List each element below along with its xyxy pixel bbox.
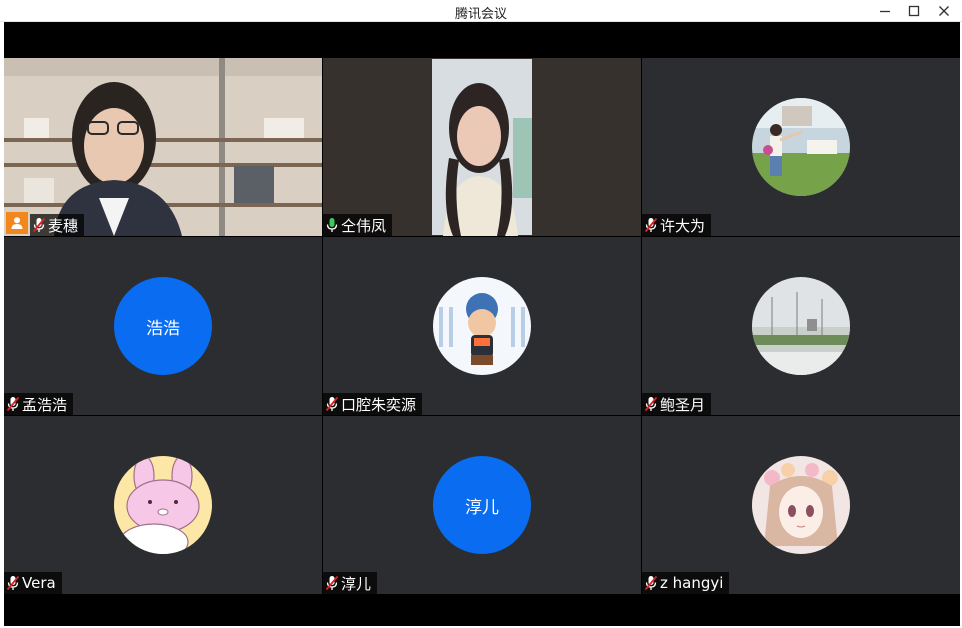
landscape-avatar — [752, 277, 850, 375]
participant-tile[interactable]: 浩浩 孟浩浩 — [4, 237, 322, 415]
person-icon — [11, 217, 23, 229]
text-avatar: 淳儿 — [433, 456, 531, 554]
participant-name: 许大为 — [660, 216, 706, 235]
bunny-avatar — [114, 456, 212, 554]
participant-name: 鲍圣月 — [660, 395, 706, 414]
close-button[interactable] — [933, 1, 955, 21]
meeting-gallery: 麦穗 仝伟凤 许大为 浩浩 孟浩浩 口腔朱奕源 鲍圣月 Vera 淳儿 淳儿 z… — [4, 22, 960, 626]
maximize-icon — [908, 5, 920, 17]
minimize-icon — [880, 10, 890, 13]
mic-muted-icon — [644, 217, 658, 233]
participant-name: Vera — [22, 574, 56, 592]
mic-muted-icon — [325, 575, 339, 591]
participant-tile[interactable]: 鲍圣月 — [642, 237, 960, 415]
participant-tile[interactable]: z hangyi — [642, 416, 960, 594]
text-avatar: 浩浩 — [114, 277, 212, 375]
participant-tile[interactable]: 许大为 — [642, 58, 960, 236]
participant-name: 孟浩浩 — [22, 395, 68, 414]
participant-name: 淳儿 — [341, 574, 372, 593]
participant-name: 仝伟凤 — [341, 216, 387, 235]
participant-nameplate: 麦穗 — [30, 214, 85, 236]
video-feed — [323, 58, 641, 236]
participant-nameplate: Vera — [4, 572, 62, 594]
anime-avatar — [752, 456, 850, 554]
participant-nameplate: 口腔朱奕源 — [323, 393, 423, 415]
participant-tile[interactable]: 口腔朱奕源 — [323, 237, 641, 415]
mic-muted-icon — [32, 217, 46, 233]
avatar-initials: 浩浩 — [146, 318, 180, 339]
video-feed — [4, 58, 322, 236]
close-icon — [939, 6, 949, 16]
avatar-initials: 淳儿 — [465, 497, 499, 518]
participant-nameplate: 孟浩浩 — [4, 393, 74, 415]
mic-active-icon — [325, 217, 339, 233]
photo-avatar — [752, 98, 850, 196]
mic-muted-icon — [6, 396, 20, 412]
maximize-button[interactable] — [903, 1, 925, 21]
participant-name: z hangyi — [660, 574, 724, 592]
participant-tile[interactable]: 淳儿 淳儿 — [323, 416, 641, 594]
participant-nameplate: 淳儿 — [323, 572, 378, 594]
cartoon-avatar — [433, 277, 531, 375]
participant-tile-speaking[interactable]: 仝伟凤 — [323, 58, 641, 236]
minimize-button[interactable] — [874, 1, 896, 21]
participant-name: 麦穗 — [48, 216, 79, 235]
participant-name: 口腔朱奕源 — [341, 395, 417, 414]
mic-muted-icon — [644, 396, 658, 412]
mic-muted-icon — [6, 575, 20, 591]
title-bar: 腾讯会议 — [0, 0, 962, 22]
participant-tile[interactable]: 麦穗 — [4, 58, 322, 236]
mic-muted-icon — [325, 396, 339, 412]
participant-nameplate: 鲍圣月 — [642, 393, 712, 415]
participant-nameplate: 许大为 — [642, 214, 712, 236]
window-title: 腾讯会议 — [454, 7, 507, 22]
participant-nameplate: 仝伟凤 — [323, 214, 393, 236]
participant-nameplate: z hangyi — [642, 572, 730, 594]
mic-muted-icon — [644, 575, 658, 591]
participant-tile[interactable]: Vera — [4, 416, 322, 594]
host-badge — [6, 212, 28, 234]
